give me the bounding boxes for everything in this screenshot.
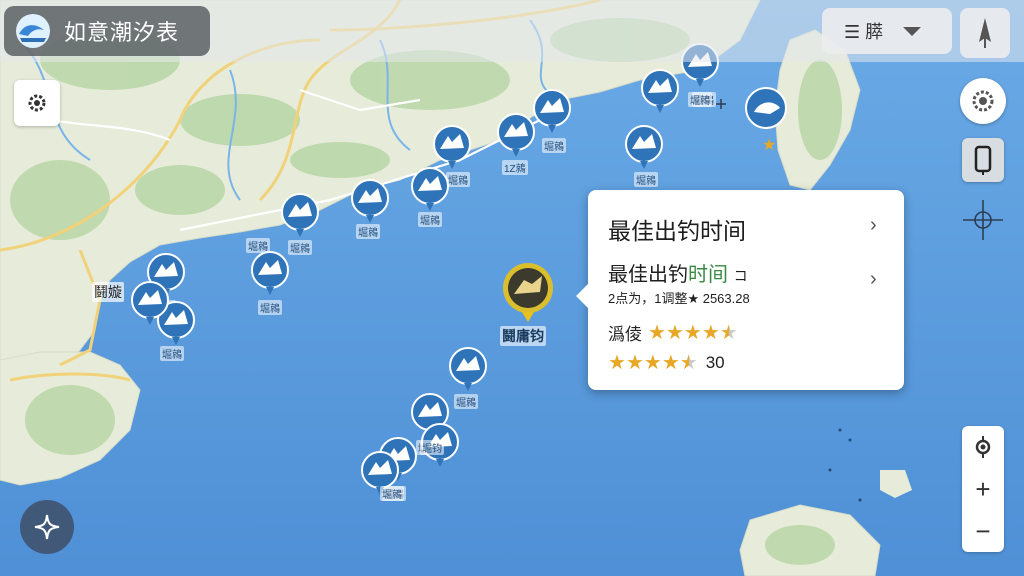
popup-title: 最佳出钓时间 <box>608 218 746 244</box>
chevron-right-icon[interactable]: › <box>870 268 877 291</box>
boat-pin-icon <box>497 113 535 157</box>
zoom-out-button[interactable]: − <box>962 510 1004 552</box>
gear-icon <box>28 94 46 112</box>
marker-label: 堀鶁 <box>542 138 566 153</box>
phone-button[interactable] <box>962 138 1004 182</box>
fishing-spot-marker[interactable] <box>448 346 488 392</box>
selected-marker-label: 鬪庸钧 <box>500 326 546 346</box>
chevron-right-icon[interactable]: › <box>870 214 877 237</box>
marker-label: 堀鶁 <box>418 212 442 227</box>
rating-label: 潙倰 <box>608 325 642 344</box>
layer-selector-button[interactable]: ☰ 膵 <box>822 8 952 54</box>
star-icon: ★ <box>701 322 720 344</box>
boat-pin-icon <box>251 251 289 295</box>
marker-label: 堀钧 <box>420 440 444 455</box>
marker-label: 堀鶁 <box>634 172 658 187</box>
marker-label: 堀鶁 <box>380 486 404 501</box>
popup-subtitle-suffix: コ <box>733 268 748 284</box>
marker-label: 堀鶁 <box>288 240 312 255</box>
spot-info-popup[interactable]: 最佳出钓时间 › 最佳出钓时间 コ › 2点为，1调整★ 2563.28 潙倰 … <box>576 190 904 390</box>
place-label: 鬪嫙 <box>92 282 124 302</box>
star-icon: ★ <box>661 352 680 374</box>
app-title: 如意潮汐表 <box>64 20 180 45</box>
wave-logo-icon <box>16 14 50 48</box>
fishing-spot-marker[interactable] <box>350 178 390 224</box>
popup-subtitle-main: 最佳出钓 <box>608 264 688 286</box>
fishing-spot-marker[interactable] <box>410 166 450 212</box>
locate-icon <box>975 436 991 458</box>
boat-pin-icon <box>351 179 389 223</box>
boat-pin-icon <box>281 193 319 237</box>
fishing-spot-marker[interactable] <box>280 192 320 238</box>
marker-label: 堀鶁 <box>258 300 282 315</box>
chevron-down-icon <box>903 26 922 36</box>
half-star-icon: ★ <box>719 322 738 344</box>
half-star-icon: ★ <box>679 352 698 374</box>
star-icon: ★ <box>648 322 666 344</box>
locate-button[interactable] <box>962 426 1004 468</box>
boat-pin-icon <box>533 89 571 133</box>
marker-label: 堀鶁 <box>454 394 478 409</box>
fishing-spot-marker[interactable] <box>250 250 290 296</box>
boat-pin-icon <box>411 167 449 211</box>
star-rating-2: ★★★★★ <box>608 350 698 375</box>
fishing-spot-marker[interactable] <box>532 88 572 134</box>
marker-label: 堀鶁 <box>688 92 712 107</box>
sparkle-icon <box>34 514 60 540</box>
ai-assistant-button[interactable] <box>20 500 74 554</box>
rating-count: 30 <box>705 352 725 372</box>
zoom-controls: + − <box>962 426 1004 552</box>
popup-subtitle: 最佳出钓时间 コ <box>608 258 748 287</box>
marker-label: 1Z鶁 <box>502 160 528 175</box>
zoom-in-button[interactable]: + <box>962 468 1004 510</box>
boat-pin-icon <box>131 281 169 325</box>
fishing-spot-marker[interactable] <box>624 124 664 170</box>
rating-row-1: 潙倰 ★★★★★ <box>608 320 738 345</box>
star-rating-1: ★★★★★ <box>648 320 738 345</box>
star-icon: ★ <box>665 322 684 344</box>
gear-icon <box>972 90 994 112</box>
marker-label: 堀鶁 <box>246 238 270 253</box>
settings-button[interactable] <box>14 80 60 126</box>
location-settings-button[interactable] <box>960 78 1006 124</box>
fishing-spot-marker[interactable] <box>432 124 472 170</box>
fishing-spot-marker[interactable] <box>640 68 680 114</box>
layer-selector-label: ☰ 膵 <box>844 22 884 42</box>
star-icon: ★ <box>608 352 626 374</box>
svg-text:★: ★ <box>762 135 776 154</box>
marker-label: 堀鶁 <box>356 224 380 239</box>
popup-detail: 2点为，1调整★ 2563.28 <box>608 291 750 306</box>
boat-pin-icon <box>641 69 679 113</box>
boat-pin-icon <box>433 125 471 169</box>
rating-row-2: ★★★★★ 30 <box>608 350 725 375</box>
app-title-chip[interactable]: 如意潮汐表 <box>4 6 210 56</box>
star-icon: ★ <box>683 322 702 344</box>
phone-icon <box>974 145 992 175</box>
boat-pin-icon <box>449 347 487 391</box>
fishing-spot-marker[interactable] <box>496 112 536 158</box>
star-icon: ★ <box>625 352 644 374</box>
boat-pin-icon <box>625 125 663 169</box>
compass-button[interactable] <box>960 8 1010 58</box>
compass-icon <box>979 18 991 48</box>
fishing-spot-marker[interactable] <box>130 280 170 326</box>
marker-label: 堀鶁 <box>160 346 184 361</box>
star-icon: ★ <box>643 352 662 374</box>
popup-subtitle-highlight: 时间 <box>688 264 728 286</box>
